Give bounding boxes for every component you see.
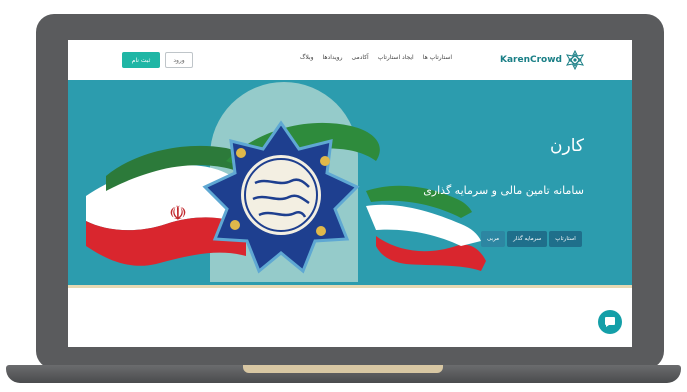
- main-nav: استارتاپ ها ایجاد استارتاپ آکادمی رویداد…: [300, 54, 452, 66]
- hero-banner: ☫ کارن سامانه تامین مالی و سرمایه گذاری …: [68, 80, 632, 285]
- mentor-button[interactable]: مربی: [481, 231, 506, 247]
- logo-text: KarenCrowd: [500, 55, 562, 65]
- hero-buttons: مربی سرمایه گذار استارتاپ: [481, 231, 582, 247]
- signup-button[interactable]: ثبت نام: [122, 52, 160, 68]
- site-logo[interactable]: KarenCrowd: [500, 49, 585, 71]
- svg-text:☫: ☫: [169, 201, 187, 225]
- nav-item-startups[interactable]: استارتاپ ها: [423, 54, 452, 66]
- nav-item-academy[interactable]: آکادمی: [351, 54, 368, 66]
- star-pattern-icon: [565, 50, 584, 70]
- hero-subtitle: سامانه تامین مالی و سرمایه گذاری: [423, 184, 584, 197]
- hero-divider: [68, 285, 632, 288]
- laptop-notch: [243, 365, 443, 373]
- site-header: ثبت نام ورود استارتاپ ها ایجاد استارتاپ …: [68, 40, 632, 79]
- chat-bubble-icon: [605, 317, 615, 327]
- login-button[interactable]: ورود: [165, 52, 193, 68]
- browser-screen: ثبت نام ورود استارتاپ ها ایجاد استارتاپ …: [68, 40, 632, 347]
- startup-button[interactable]: استارتاپ: [549, 231, 582, 247]
- nav-item-events[interactable]: رویدادها: [323, 54, 343, 66]
- investor-button[interactable]: سرمایه گذار: [507, 231, 548, 247]
- nav-item-blog[interactable]: وبلاگ: [300, 54, 314, 66]
- chat-button[interactable]: [598, 310, 622, 334]
- nav-item-create-startup[interactable]: ایجاد استارتاپ: [378, 54, 414, 66]
- hero-title: کارن: [550, 136, 584, 156]
